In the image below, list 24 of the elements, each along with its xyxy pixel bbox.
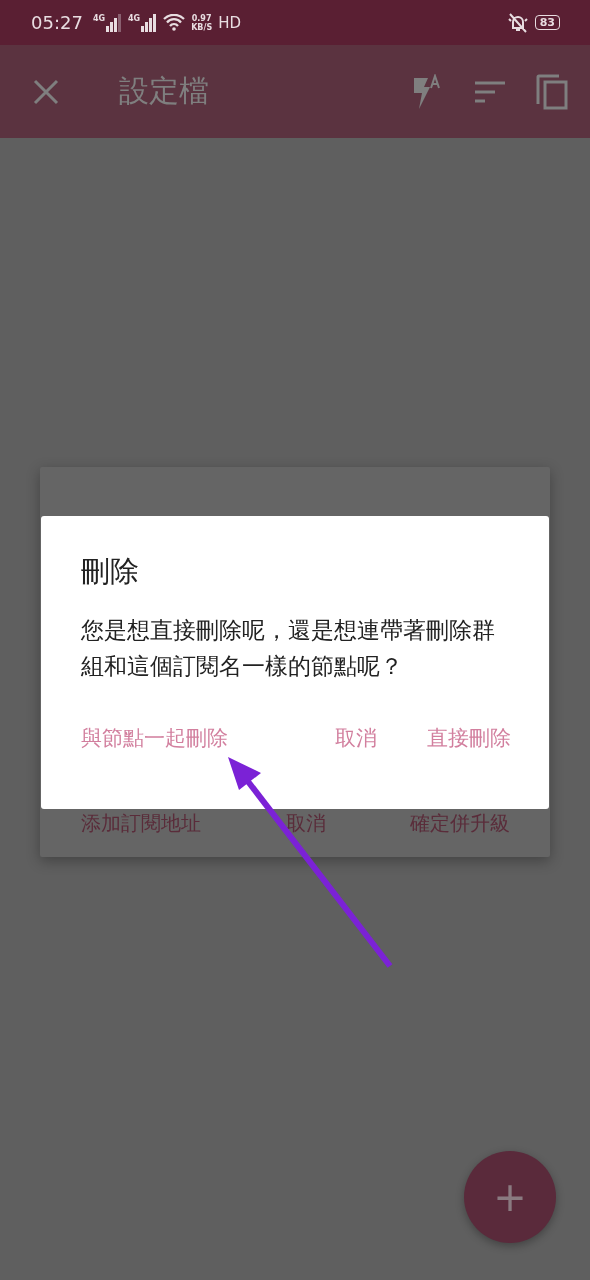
dialog-button[interactable]: 與節點一起刪除 — [81, 724, 228, 752]
muted-bell-icon — [506, 12, 529, 33]
signal-icon — [141, 13, 158, 32]
network-type: 4G — [92, 13, 105, 23]
dialog-button[interactable]: 確定併升級 — [410, 810, 510, 837]
screen-title: 設定檔 — [119, 72, 210, 110]
dialog-title: 刪除 — [81, 553, 140, 590]
speed-value: 0.97 — [191, 13, 212, 23]
clock: 05:27 — [31, 12, 83, 33]
wifi-icon — [163, 14, 186, 31]
sort-icon[interactable] — [474, 80, 506, 103]
copy-icon[interactable] — [536, 73, 568, 110]
add-button[interactable]: + — [464, 1151, 556, 1243]
speed-unit: KB/S — [191, 22, 213, 32]
dialog-message: 您是想直接刪除呢，還是想連帶著刪除群組和這個訂閱名一樣的節點呢？ — [81, 616, 495, 681]
dialog-button[interactable]: 直接刪除 — [427, 724, 511, 752]
battery-level: 83 — [534, 15, 560, 30]
signal-icon — [106, 13, 122, 32]
close-icon[interactable] — [33, 78, 59, 105]
dialog-button[interactable]: 取消 — [335, 724, 377, 752]
dialog-button[interactable]: 添加訂閱地址 — [81, 810, 201, 837]
hd-indicator: HD — [218, 13, 241, 32]
dialog-button[interactable]: 取消 — [285, 810, 326, 837]
network-type: 4G — [128, 13, 141, 23]
